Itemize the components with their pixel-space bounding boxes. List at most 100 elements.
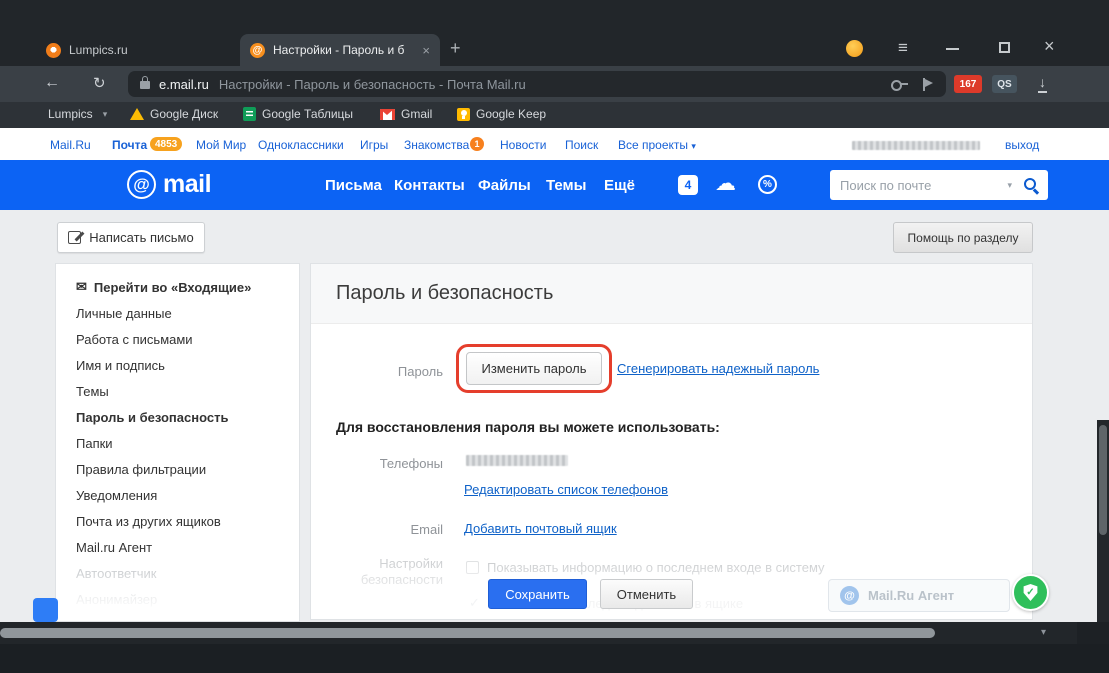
password-security-panel: Пароль и безопасность Пароль Изменить па… [310, 263, 1033, 620]
cancel-button[interactable]: Отменить [600, 579, 693, 609]
phone-number-blurred [466, 455, 568, 466]
window-close-button[interactable]: × [1044, 36, 1055, 57]
browser-menu-icon[interactable]: ≡ [898, 38, 908, 58]
header-nav-more[interactable]: Ещё [604, 177, 635, 194]
new-tab-button[interactable]: + [450, 38, 461, 59]
calendar-icon[interactable]: 4 [678, 175, 698, 195]
sidebar-item-agent[interactable]: Mail.ru Агент [56, 534, 299, 560]
compose-button[interactable]: Написать письмо [57, 222, 205, 253]
bookmark-google-drive[interactable]: Google Диск [130, 107, 218, 121]
edit-phones-link[interactable]: Редактировать список телефонов [464, 482, 668, 497]
discounts-icon[interactable]: % [758, 175, 777, 194]
chevron-down-icon: ▾ [691, 141, 696, 151]
vertical-scrollbar-thumb[interactable] [1099, 425, 1107, 535]
sidebar-item-other-mailboxes[interactable]: Почта из других ящиков [56, 508, 299, 534]
sidebar-item-filters[interactable]: Правила фильтрации [56, 456, 299, 482]
bookmark-flag-icon[interactable] [923, 77, 934, 91]
portal-nav: Mail.Ru Почта 4853 Мой Мир Одноклассники… [0, 128, 1109, 160]
sidebar-item-mail-handling[interactable]: Работа с письмами [56, 326, 299, 352]
mail-count-badge: 4853 [150, 137, 183, 151]
reload-button[interactable]: ↻ [93, 74, 106, 92]
portal-link-all-projects[interactable]: Все проекты ▾ [618, 138, 696, 152]
tab-close-icon[interactable]: × [422, 43, 430, 58]
bookmark-folder-lumpics[interactable]: Lumpics ▾ [48, 107, 107, 121]
back-button[interactable]: ← [44, 74, 60, 92]
horizontal-scrollbar-thumb[interactable] [0, 628, 935, 638]
generate-password-link[interactable]: Сгенерировать надежный пароль [617, 361, 819, 376]
protect-icon[interactable] [846, 40, 863, 57]
chevron-down-icon: ▾ [102, 108, 108, 119]
sidebar-item-personal-data[interactable]: Личные данные [56, 300, 299, 326]
portal-link-search[interactable]: Поиск [565, 138, 598, 152]
help-button[interactable]: Помощь по разделу [893, 222, 1033, 253]
agent-widget[interactable]: @ Mail.Ru Агент [828, 579, 1010, 612]
bookmark-google-sheets[interactable]: Google Таблицы [243, 107, 353, 121]
header-nav-letters[interactable]: Письма [325, 177, 382, 194]
sidebar-item-notifications[interactable]: Уведомления [56, 482, 299, 508]
settings-sidebar: ✉ Перейти во «Входящие» Личные данные Ра… [55, 263, 300, 622]
window-minimize-button[interactable] [946, 48, 959, 50]
adblock-extension-badge[interactable]: 167 [954, 75, 982, 93]
header-nav-themes[interactable]: Темы [546, 177, 586, 194]
at-logo-icon: @ [127, 170, 156, 199]
bookmarks-bar: Lumpics ▾ Google Диск Google Таблицы Gma… [0, 102, 1109, 128]
phones-label: Телефоны [379, 456, 443, 471]
url-domain: e.mail.ru [159, 76, 209, 92]
tab-title: Настройки - Пароль и б [273, 43, 405, 57]
lumpics-favicon-icon [46, 42, 61, 58]
browser-window: Lumpics.ru @ Настройки - Пароль и б × + … [0, 0, 1109, 673]
user-email-blurred [852, 141, 980, 150]
corner-widget[interactable] [33, 598, 58, 622]
url-page-title: Настройки - Пароль и безопасность - Почт… [218, 76, 526, 92]
add-mailbox-link[interactable]: Добавить почтовый ящик [464, 521, 617, 536]
tab-lumpics[interactable]: Lumpics.ru [36, 34, 236, 66]
search-icon[interactable] [1023, 177, 1039, 193]
window-maximize-button[interactable] [999, 42, 1010, 53]
google-drive-icon [130, 108, 144, 120]
email-label: Email [410, 522, 443, 537]
antivirus-shield-button[interactable]: ✓ [1012, 574, 1049, 611]
google-sheets-icon [243, 107, 256, 121]
sidebar-item-name-signature[interactable]: Имя и подпись [56, 352, 299, 378]
portal-link-mail[interactable]: Почта [112, 138, 147, 152]
agent-icon: @ [840, 586, 859, 605]
header-nav-contacts[interactable]: Контакты [394, 177, 465, 194]
sidebar-item-folders[interactable]: Папки [56, 430, 299, 456]
search-input[interactable] [840, 177, 1004, 193]
portal-link-mailru[interactable]: Mail.Ru [50, 138, 91, 152]
sidebar-item-password-security[interactable]: Пароль и безопасность [56, 404, 299, 430]
password-key-icon[interactable] [891, 78, 908, 91]
horizontal-scrollbar[interactable]: ▾ [0, 622, 1109, 644]
change-password-button[interactable]: Изменить пароль [466, 352, 602, 385]
search-scope-caret-icon[interactable]: ▾ [1007, 180, 1012, 191]
header-nav-files[interactable]: Файлы [478, 177, 531, 194]
logo-text: mail [163, 170, 212, 198]
bookmark-google-keep[interactable]: Google Keep [457, 107, 546, 121]
shield-icon: ✓ [1023, 584, 1038, 601]
logout-link[interactable]: выход [1005, 138, 1039, 152]
gmail-icon [380, 108, 395, 120]
portal-link-ok[interactable]: Одноклассники [258, 138, 344, 152]
cloud-icon[interactable]: ☁ [715, 171, 736, 196]
mailru-favicon-icon: @ [250, 42, 265, 58]
mail-header: @ mail Письма Контакты Файлы Темы Ещё 4 … [0, 160, 1109, 210]
url-field[interactable]: e.mail.ru Настройки - Пароль и безопасно… [128, 71, 946, 97]
sidebar-item-go-inbox[interactable]: ✉ Перейти во «Входящие» [56, 274, 299, 300]
sidebar-fade-overlay [56, 563, 299, 621]
extension-badge[interactable]: QS [992, 75, 1017, 93]
lock-icon [140, 76, 150, 89]
mail-search-box: ▾ [830, 170, 1048, 200]
page-title: Пароль и безопасность [336, 282, 554, 304]
sidebar-item-themes[interactable]: Темы [56, 378, 299, 404]
tab-mailru-settings[interactable]: @ Настройки - Пароль и б × [240, 34, 440, 66]
mailru-logo[interactable]: @ mail [127, 170, 212, 199]
scrollbar-arrow-icon[interactable]: ▾ [1041, 627, 1046, 638]
portal-link-news[interactable]: Новости [500, 138, 546, 152]
portal-link-games[interactable]: Игры [360, 138, 388, 152]
portal-link-dating[interactable]: Знакомства [404, 138, 469, 152]
bookmark-gmail[interactable]: Gmail [380, 107, 432, 121]
window-frame-bottom [0, 644, 1109, 673]
downloads-icon[interactable]: ↓ [1038, 74, 1047, 93]
portal-link-moymir[interactable]: Мой Мир [196, 138, 246, 152]
save-button[interactable]: Сохранить [488, 579, 587, 609]
